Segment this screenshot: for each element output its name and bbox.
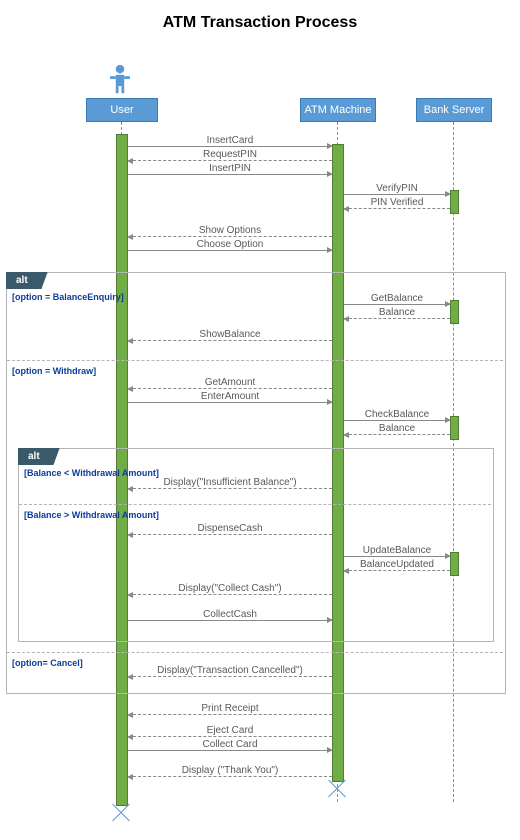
arrow xyxy=(128,174,332,175)
destroy-icon xyxy=(325,776,349,800)
msg-collectcard: Collect Card xyxy=(128,739,332,750)
msg-insertpin: InsertPIN xyxy=(128,163,332,174)
guard-sufficient: [Balance > Withdrawal Amount] xyxy=(24,510,159,520)
arrow xyxy=(128,776,332,777)
arrow xyxy=(344,420,450,421)
arrow xyxy=(128,146,332,147)
fragment-label: alt xyxy=(18,448,60,465)
msg-ejectcard: Eject Card xyxy=(128,725,332,736)
msg-collectcashdisp: Display("Collect Cash") xyxy=(128,583,332,594)
arrow xyxy=(128,160,332,161)
arrow xyxy=(128,340,332,341)
msg-getamount: GetAmount xyxy=(128,377,332,388)
arrow xyxy=(128,236,332,237)
msg-showbalance: ShowBalance xyxy=(128,329,332,340)
diagram-title: ATM Transaction Process xyxy=(0,14,520,32)
msg-printreceipt: Print Receipt xyxy=(128,703,332,714)
msg-collectcash: CollectCash xyxy=(128,609,332,620)
arrow xyxy=(344,556,450,557)
msg-showoptions: Show Options xyxy=(128,225,332,236)
msg-pinverified: PIN Verified xyxy=(344,197,450,208)
guard-withdraw: [option = Withdraw] xyxy=(12,366,96,376)
msg-updatebalance: UpdateBalance xyxy=(344,545,450,556)
msg-insertcard: InsertCard xyxy=(128,135,332,146)
msg-insufficient: Display("Insufficient Balance") xyxy=(128,477,332,488)
msg-chooseoption: Choose Option xyxy=(128,239,332,250)
arrow xyxy=(344,570,450,571)
msg-checkbalance: CheckBalance xyxy=(344,409,450,420)
msg-dispensecash: DispenseCash xyxy=(128,523,332,534)
arrow xyxy=(128,620,332,621)
arrow xyxy=(128,736,332,737)
participant-atm: ATM Machine xyxy=(300,98,376,122)
activation-bank-1 xyxy=(450,190,459,214)
msg-verifypin: VerifyPIN xyxy=(344,183,450,194)
participant-bank: Bank Server xyxy=(416,98,492,122)
arrow xyxy=(128,714,332,715)
participant-user: User xyxy=(86,98,158,122)
msg-cancelled: Display("Transaction Cancelled") xyxy=(128,665,332,676)
arrow xyxy=(128,488,332,489)
arrow xyxy=(128,594,332,595)
arrow xyxy=(344,318,450,319)
msg-thankyou: Display ("Thank You") xyxy=(128,765,332,776)
arrow xyxy=(128,388,332,389)
arrow xyxy=(128,534,332,535)
guard-cancel: [option= Cancel] xyxy=(12,658,83,668)
arrow xyxy=(128,402,332,403)
destroy-icon xyxy=(109,800,133,824)
fragment-label: alt xyxy=(6,272,48,289)
fragment-divider xyxy=(7,360,503,361)
sequence-diagram: ATM Transaction Process User ATM Machine… xyxy=(0,0,520,840)
arrow xyxy=(344,208,450,209)
msg-enteramount: EnterAmount xyxy=(128,391,332,402)
fragment-divider xyxy=(19,504,491,505)
msg-balanceupdated: BalanceUpdated xyxy=(340,559,454,570)
arrow xyxy=(344,304,450,305)
arrow xyxy=(128,250,332,251)
msg-balance: Balance xyxy=(344,307,450,318)
msg-requestpin: RequestPIN xyxy=(128,149,332,160)
arrow xyxy=(128,676,332,677)
arrow xyxy=(344,434,450,435)
arrow xyxy=(344,194,450,195)
msg-balance2: Balance xyxy=(344,423,450,434)
msg-getbalance: GetBalance xyxy=(344,293,450,304)
actor-icon xyxy=(103,62,137,98)
arrow xyxy=(128,750,332,751)
guard-balanceenquiry: [option = BalanceEnquiry] xyxy=(12,292,124,302)
fragment-divider xyxy=(7,652,503,653)
